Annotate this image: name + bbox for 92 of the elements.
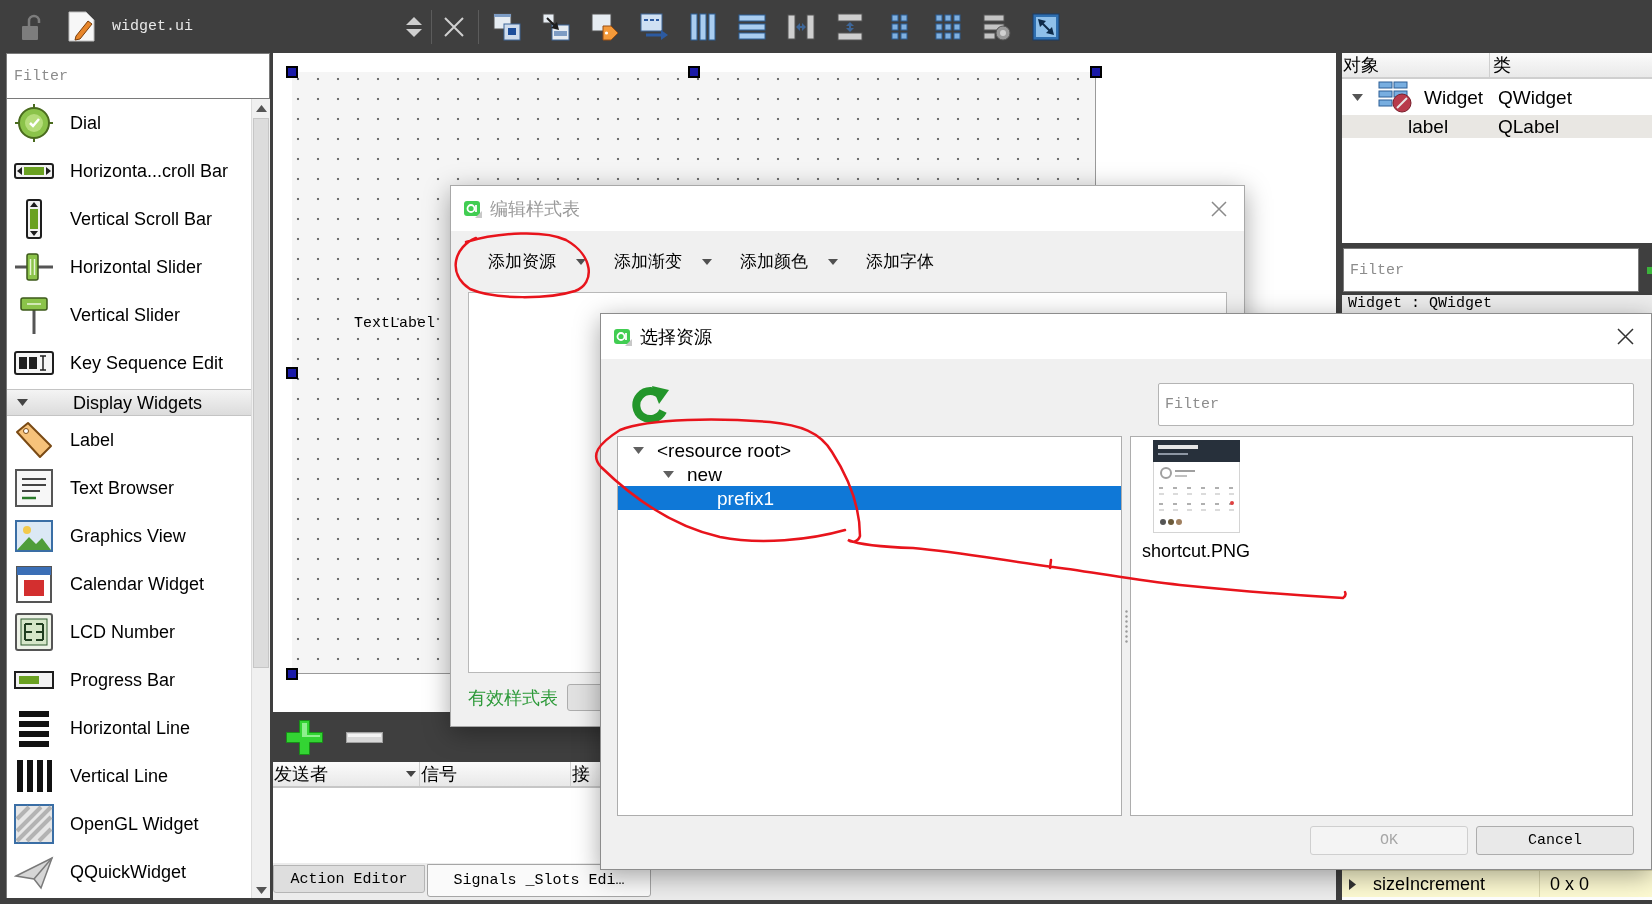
column-header[interactable]: 类 — [1490, 53, 1652, 77]
tool-icon[interactable] — [1647, 266, 1652, 274]
filter-field[interactable]: Filter — [1158, 383, 1634, 426]
filter-field[interactable]: Filter — [6, 53, 270, 99]
object-name: label — [1408, 117, 1449, 136]
disclosure-arrow-icon[interactable] — [1352, 93, 1363, 101]
horizontal-bars-icon[interactable] — [738, 12, 766, 41]
status-text: 有效样式表 — [468, 688, 558, 707]
property-name: sizeIncrement — [1373, 875, 1486, 893]
object-name: Widget — [1424, 87, 1484, 107]
form-icon — [1378, 81, 1412, 113]
plus-icon[interactable] — [286, 719, 323, 755]
tab[interactable]: Signals _Slots Edi… — [427, 864, 651, 897]
scroll-up-icon[interactable] — [255, 105, 267, 112]
dialog-title: 编辑样式表 — [490, 199, 580, 218]
disclosure-arrow-icon[interactable] — [663, 470, 674, 478]
vertical-bars-icon[interactable] — [689, 12, 717, 41]
splitter-handle[interactable] — [1124, 609, 1128, 643]
text-box-icon — [14, 468, 54, 508]
horizontal-split-icon[interactable] — [787, 12, 815, 41]
caret-icon — [576, 258, 586, 265]
disclosure-arrow-icon[interactable] — [17, 399, 28, 406]
widget-item[interactable]: Dial — [7, 99, 251, 147]
selection-handle[interactable] — [688, 66, 700, 78]
selection-handle[interactable] — [286, 66, 298, 78]
window-arrow-right-icon[interactable] — [640, 12, 668, 41]
pencil-document-icon[interactable] — [68, 11, 95, 42]
file-name[interactable]: shortcut.PNG — [1141, 540, 1250, 562]
tag-icon — [14, 420, 54, 460]
category-header[interactable]: Display Widgets — [7, 389, 251, 416]
disclosure-arrow-icon[interactable] — [1349, 878, 1356, 890]
image-thumbnail[interactable] — [1152, 440, 1240, 533]
column-header[interactable]: 对象 — [1342, 53, 1490, 77]
property-value: 0 x 0 — [1549, 875, 1590, 893]
widget-item[interactable]: Vertical Slider — [7, 291, 251, 339]
logo-icon — [614, 327, 632, 346]
file-name: widget.ui — [112, 19, 194, 34]
class-name: QWidget — [1497, 87, 1572, 107]
caret-icon — [702, 258, 712, 265]
window-tag-icon[interactable] — [591, 12, 619, 41]
close-icon[interactable] — [1617, 328, 1634, 345]
column-header[interactable]: 信号 — [420, 762, 571, 786]
widget-item[interactable]: Vertical Scroll Bar — [7, 195, 251, 243]
window-arrow-icon[interactable] — [542, 12, 570, 41]
up-down-arrows-icon[interactable] — [406, 16, 422, 37]
lcd-display-icon — [14, 612, 54, 652]
knob-icon — [14, 103, 54, 143]
widget-item[interactable]: Horizonta...croll Bar — [7, 147, 251, 195]
toolbar-button[interactable]: 添加字体 — [846, 244, 942, 279]
tree-row[interactable]: label QLabel — [1342, 115, 1652, 138]
striped-square-icon — [14, 804, 54, 844]
vertical-split-icon[interactable] — [836, 12, 864, 41]
column-header[interactable]: 发送者 — [273, 762, 420, 786]
dropdown-button[interactable]: 添加渐变 — [594, 244, 720, 279]
widget-item[interactable]: Progress Bar — [7, 656, 251, 704]
disclosure-arrow-icon[interactable] — [633, 446, 644, 454]
widget-item[interactable]: Graphics View — [7, 512, 251, 560]
property-row[interactable]: sizeIncrement 0 x 0 — [1342, 870, 1652, 897]
selection-handle[interactable] — [286, 367, 298, 379]
sort-arrow-icon — [406, 771, 416, 777]
widget-item[interactable]: QQuickWidget — [7, 848, 251, 896]
widget-item[interactable]: OpenGL Widget — [7, 800, 251, 848]
scroll-down-icon[interactable] — [255, 887, 267, 894]
calendar-icon — [14, 564, 54, 604]
grid-icon[interactable] — [934, 12, 962, 41]
dropdown-button[interactable]: 添加颜色 — [720, 244, 846, 279]
tree-item[interactable]: prefix1 — [618, 486, 1121, 510]
widget-item[interactable]: Horizontal Line — [7, 704, 251, 752]
selection-handle[interactable] — [286, 668, 298, 680]
class-name: QLabel — [1497, 117, 1560, 136]
widget-item[interactable]: LCD Number — [7, 608, 251, 656]
selection-handle[interactable] — [1090, 66, 1102, 78]
widget-item[interactable]: Vertical Line — [7, 752, 251, 800]
grid-circle-icon[interactable] — [983, 12, 1011, 41]
dialog-title: 选择资源 — [640, 327, 712, 346]
dropdown-button[interactable]: 添加资源 — [468, 244, 594, 279]
filter-field[interactable]: Filter — [1343, 248, 1639, 292]
overlapping-windows-icon[interactable] — [493, 12, 521, 41]
tab[interactable]: Action Editor — [273, 865, 425, 893]
scrollbar-thumb[interactable] — [253, 118, 269, 668]
widget-item[interactable]: Horizontal Slider — [7, 243, 251, 291]
widget-item[interactable]: Calendar Widget — [7, 560, 251, 608]
minus-icon[interactable] — [346, 731, 383, 743]
caret-icon — [828, 258, 838, 265]
widget-item[interactable]: Key Sequence Edit — [7, 339, 251, 387]
widget-item[interactable]: Text Browser — [7, 464, 251, 512]
widget-item[interactable]: Label — [7, 416, 251, 464]
dialog-button[interactable] — [567, 684, 603, 711]
text-label[interactable]: TextLabel — [354, 315, 435, 333]
dialog-button[interactable]: Cancel — [1476, 826, 1634, 855]
property-header: Widget : QWidget — [1342, 295, 1652, 313]
logo-icon — [464, 199, 482, 218]
